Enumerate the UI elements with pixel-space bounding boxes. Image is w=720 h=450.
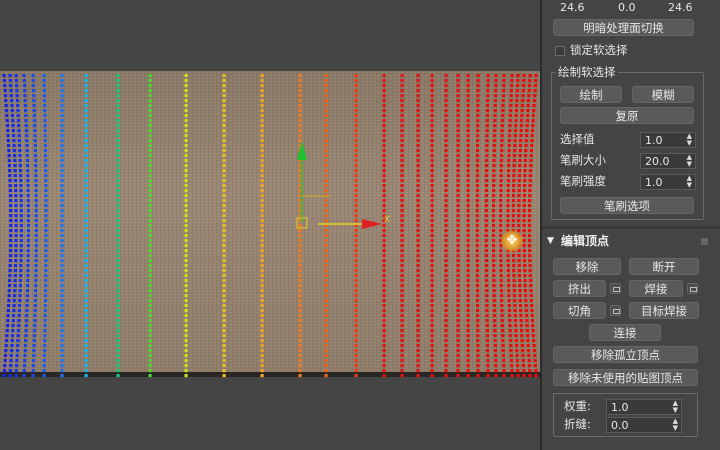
selection-value-spinner[interactable]: 1.0 ▲ ▼: [640, 132, 696, 148]
brush-size-label: 笔刷大小: [560, 153, 606, 167]
weld-settings-icon[interactable]: [687, 283, 698, 294]
gizmo-y-axis[interactable]: [297, 141, 307, 222]
weight-value: 1.0: [611, 401, 629, 414]
chamfer-button[interactable]: 切角: [553, 302, 606, 319]
spinner-icon[interactable]: ▲ ▼: [687, 154, 692, 168]
edit-vertices-rollout-header[interactable]: ▼ 编辑顶点: [542, 232, 720, 250]
blur-button[interactable]: 模糊: [632, 86, 694, 103]
crease-value: 0.0: [611, 419, 629, 432]
extrude-button[interactable]: 挤出: [553, 280, 606, 297]
weight-label: 权重:: [564, 399, 591, 413]
spinner-icon[interactable]: ▲ ▼: [673, 418, 678, 432]
revert-button[interactable]: 复原: [560, 107, 694, 124]
shade-face-toggle-button[interactable]: 明暗处理面切换: [553, 19, 694, 36]
move-cursor-icon: ✥: [501, 230, 523, 252]
rollout-separator: [542, 226, 720, 229]
edit-vertices-title: 编辑顶点: [561, 234, 610, 248]
paint-button[interactable]: 绘制: [560, 86, 622, 103]
brush-options-button[interactable]: 笔刷选项: [560, 197, 694, 214]
weld-button[interactable]: 焊接: [629, 280, 683, 297]
paint-soft-selection-title: 绘制软选择: [556, 64, 618, 81]
gizmo-x-label: X: [384, 215, 390, 225]
remove-unused-map-vertices-button[interactable]: 移除未使用的贴图顶点: [553, 369, 698, 386]
rollout-collapse-icon[interactable]: ▼: [547, 232, 554, 250]
move-gizmo[interactable]: X: [0, 0, 540, 450]
top-value-3: 24.6: [668, 1, 693, 14]
break-button[interactable]: 断开: [629, 258, 699, 275]
crease-label: 折缝:: [564, 417, 591, 431]
weight-spinner[interactable]: 1.0 ▲ ▼: [606, 399, 682, 415]
brush-strength-value: 1.0: [645, 176, 663, 189]
brush-strength-spinner[interactable]: 1.0 ▲ ▼: [640, 174, 696, 190]
remove-button[interactable]: 移除: [553, 258, 621, 275]
brush-strength-label: 笔刷强度: [560, 174, 606, 188]
selection-value-label: 选择值: [560, 132, 595, 146]
target-weld-button[interactable]: 目标焊接: [629, 302, 699, 319]
lock-soft-selection-checkbox[interactable]: [555, 46, 565, 56]
connect-button[interactable]: 连接: [589, 324, 661, 341]
spinner-icon[interactable]: ▲ ▼: [687, 175, 692, 189]
top-value-1: 24.6: [560, 1, 585, 14]
spinner-icon[interactable]: ▲ ▼: [687, 133, 692, 147]
brush-size-value: 20.0: [645, 155, 670, 168]
gizmo-x-axis[interactable]: X: [318, 215, 390, 229]
rollout-dock-icon[interactable]: [701, 238, 708, 245]
remove-isolated-vertices-button[interactable]: 移除孤立顶点: [553, 346, 698, 363]
viewport[interactable]: X ✥: [0, 0, 540, 450]
lock-soft-selection-label: 锁定软选择: [570, 43, 628, 57]
top-value-2: 0.0: [618, 1, 636, 14]
chamfer-settings-icon[interactable]: [610, 305, 621, 316]
selection-value: 1.0: [645, 134, 663, 147]
extrude-settings-icon[interactable]: [610, 283, 621, 294]
command-panel: 24.6 0.0 24.6 明暗处理面切换 锁定软选择 绘制软选择 绘制 模糊 …: [542, 0, 720, 450]
brush-size-spinner[interactable]: 20.0 ▲ ▼: [640, 153, 696, 169]
spinner-icon[interactable]: ▲ ▼: [673, 400, 678, 414]
crease-spinner[interactable]: 0.0 ▲ ▼: [606, 417, 682, 433]
